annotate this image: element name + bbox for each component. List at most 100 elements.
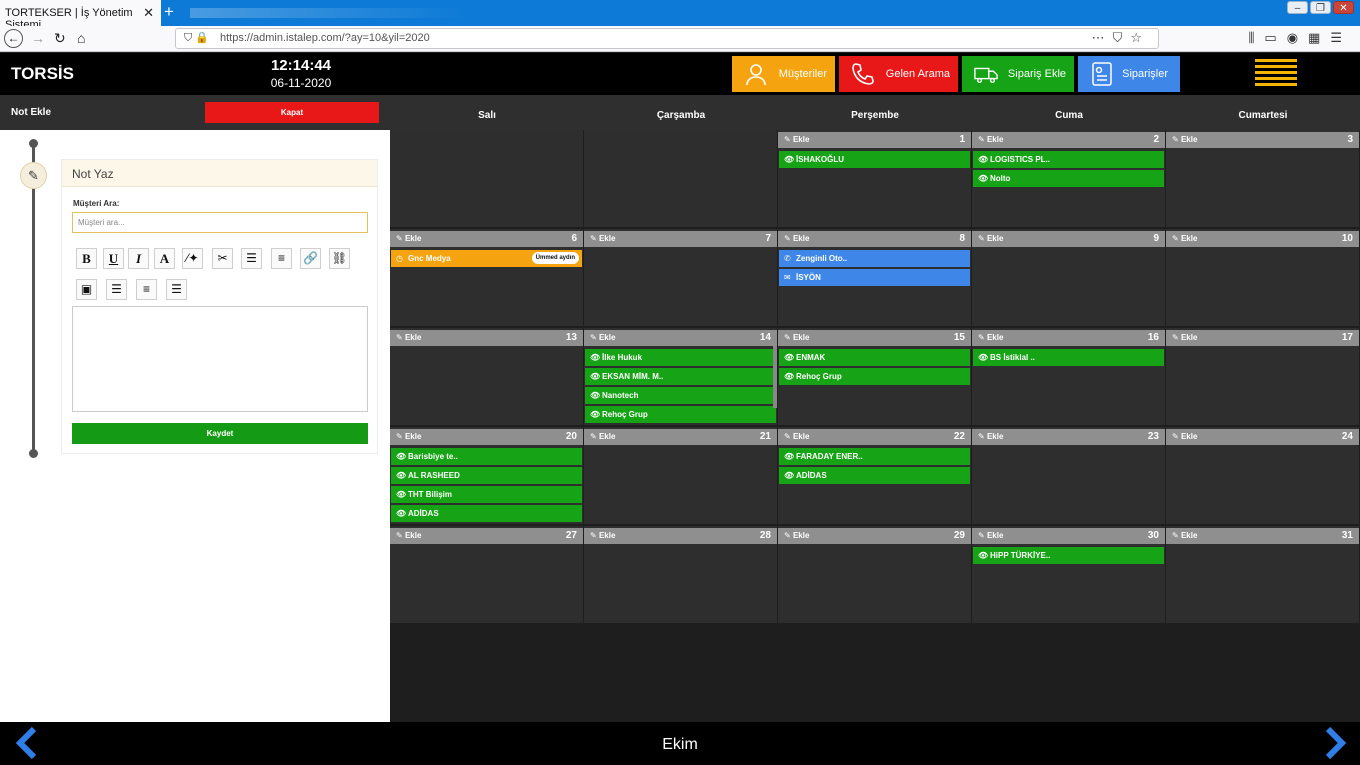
calendar-day-cell[interactable]: ✎ Ekle 13 bbox=[390, 328, 583, 425]
add-event-button[interactable]: ✎ Ekle bbox=[784, 531, 809, 540]
calendar-day-cell[interactable] bbox=[584, 130, 777, 227]
maximize-icon[interactable]: ❐ bbox=[1310, 1, 1331, 14]
calendar-day-cell[interactable]: ✎ Ekle 22 👁 FARADAY ENER.. 👁 ADİDAS bbox=[778, 427, 971, 524]
calendar-day-cell[interactable]: ✎ Ekle 9 bbox=[972, 229, 1165, 326]
unlink-icon[interactable]: ⛓ bbox=[329, 248, 350, 269]
calendar-day-cell[interactable]: ✎ Ekle 31 bbox=[1166, 526, 1359, 623]
calendar-day-cell[interactable]: ✎ Ekle 2 👁 LOGISTICS PL.. 👁 Nolto bbox=[972, 130, 1165, 227]
calendar-day-cell[interactable]: ✎ Ekle 15 👁 ENMAK 👁 Rehoç Grup bbox=[778, 328, 971, 425]
new-tab-icon[interactable]: + bbox=[164, 2, 174, 22]
minimize-icon[interactable]: ‒ bbox=[1287, 1, 1308, 14]
calendar-event[interactable]: 👁 FARADAY ENER.. bbox=[779, 448, 970, 465]
calendar-event[interactable]: 👁 BS İstiklal .. bbox=[973, 349, 1164, 366]
window-close-icon[interactable]: ✕ bbox=[1333, 1, 1354, 14]
hamburger-menu-icon[interactable] bbox=[1255, 59, 1297, 89]
address-bar[interactable]: ⛉ 🔒 https://admin.istalep.com/?ay=10&yil… bbox=[175, 28, 1159, 49]
add-event-button[interactable]: ✎ Ekle bbox=[1172, 432, 1197, 441]
calendar-event[interactable]: 👁 LOGISTICS PL.. bbox=[973, 151, 1164, 168]
calendar-event[interactable]: 👁 ENMAK bbox=[779, 349, 970, 366]
add-event-button[interactable]: ✎ Ekle bbox=[590, 531, 615, 540]
calendar-event[interactable]: 👁 İlke Hukuk bbox=[585, 349, 776, 366]
align-left-icon[interactable]: ☰ bbox=[106, 279, 127, 300]
calendar-event[interactable]: 👁 Rehoç Grup bbox=[779, 368, 970, 385]
forward-icon[interactable]: → bbox=[31, 29, 45, 47]
calendar-event[interactable]: 👁 Barisbiye te.. bbox=[391, 448, 582, 465]
add-event-button[interactable]: ✎ Ekle bbox=[590, 333, 615, 342]
browser-menu-icon[interactable]: ⫼▭◉▦☰ bbox=[1248, 30, 1352, 46]
add-event-button[interactable]: ✎ Ekle bbox=[784, 333, 809, 342]
calendar-day-cell[interactable]: ✎ Ekle 3 bbox=[1166, 130, 1359, 227]
add-order-button[interactable]: Sipariş Ekle bbox=[962, 56, 1074, 92]
add-event-button[interactable]: ✎ Ekle bbox=[396, 531, 421, 540]
calendar-event[interactable]: 👁 AL RASHEED bbox=[391, 467, 582, 484]
add-event-button[interactable]: ✎ Ekle bbox=[1172, 234, 1197, 243]
calendar-day-cell[interactable]: ✎ Ekle 8 ✆ Zenginli Oto.. ✉ İSYÖN bbox=[778, 229, 971, 326]
calendar-day-cell[interactable] bbox=[390, 130, 583, 227]
cell-scrollbar[interactable] bbox=[773, 346, 777, 408]
add-event-button[interactable]: ✎ Ekle bbox=[590, 234, 615, 243]
calendar-event[interactable]: 👁 THT Bilişim bbox=[391, 486, 582, 503]
format-brush-icon[interactable]: ⁄✦ bbox=[182, 248, 203, 269]
customer-search-input[interactable]: Müşteri ara... bbox=[72, 212, 368, 233]
align-right-icon[interactable]: ☰ bbox=[166, 279, 187, 300]
add-event-button[interactable]: ✎ Ekle bbox=[1172, 135, 1197, 144]
site-security-icon[interactable]: ⛉ 🔒 bbox=[184, 31, 209, 45]
home-icon[interactable]: ⌂ bbox=[77, 29, 85, 47]
note-editor[interactable] bbox=[72, 306, 368, 412]
calendar-day-cell[interactable]: ✎ Ekle 30 👁 HiPP TÜRKİYE.. bbox=[972, 526, 1165, 623]
font-color-button[interactable]: A bbox=[154, 248, 175, 269]
calendar-day-cell[interactable]: ✎ Ekle 21 bbox=[584, 427, 777, 524]
calendar-day-cell[interactable]: ✎ Ekle 20 👁 Barisbiye te.. 👁 AL RASHEED 👁 THT B… bbox=[390, 427, 583, 524]
add-event-button[interactable]: ✎ Ekle bbox=[978, 234, 1003, 243]
unordered-list-icon[interactable]: ≡ bbox=[271, 248, 292, 269]
add-event-button[interactable]: ✎ Ekle bbox=[978, 432, 1003, 441]
add-event-button[interactable]: ✎ Ekle bbox=[590, 432, 615, 441]
add-event-button[interactable]: ✎ Ekle bbox=[978, 531, 1003, 540]
calendar-event[interactable]: ✉ İSYÖN bbox=[779, 269, 970, 286]
back-icon[interactable]: ← bbox=[4, 29, 23, 48]
calendar-event[interactable]: 👁 Rehoç Grup bbox=[585, 406, 776, 423]
add-event-button[interactable]: ✎ Ekle bbox=[784, 234, 809, 243]
add-event-button[interactable]: ✎ Ekle bbox=[978, 135, 1003, 144]
link-icon[interactable]: 🔗 bbox=[300, 248, 321, 269]
page-actions-icon[interactable]: ⋯⛉☆ bbox=[1092, 30, 1150, 46]
add-event-button[interactable]: ✎ Ekle bbox=[784, 135, 809, 144]
calendar-day-cell[interactable]: ✎ Ekle 10 bbox=[1166, 229, 1359, 326]
add-event-button[interactable]: ✎ Ekle bbox=[396, 432, 421, 441]
calendar-event[interactable]: 👁 İSHAKOĞLU bbox=[779, 151, 970, 168]
align-center-icon[interactable]: ≡ bbox=[136, 279, 157, 300]
calendar-event[interactable]: 👁 Nolto bbox=[973, 170, 1164, 187]
orders-button[interactable]: Siparişler bbox=[1078, 56, 1180, 92]
calendar-event[interactable]: ◷ Gnc Medya Ümmed aydın bbox=[391, 250, 582, 267]
calendar-day-cell[interactable]: ✎ Ekle 1 👁 İSHAKOĞLU bbox=[778, 130, 971, 227]
calendar-event[interactable]: 👁 ADİDAS bbox=[391, 505, 582, 522]
close-panel-button[interactable]: Kapat bbox=[205, 102, 379, 123]
bold-button[interactable]: B bbox=[76, 248, 97, 269]
underline-button[interactable]: U bbox=[103, 248, 124, 269]
calendar-event[interactable]: 👁 HiPP TÜRKİYE.. bbox=[973, 547, 1164, 564]
customers-button[interactable]: Müşteriler bbox=[732, 56, 835, 92]
calendar-day-cell[interactable]: ✎ Ekle 29 bbox=[778, 526, 971, 623]
background-tab[interactable] bbox=[190, 8, 470, 18]
calendar-day-cell[interactable]: ✎ Ekle 23 bbox=[972, 427, 1165, 524]
incoming-call-button[interactable]: Gelen Arama bbox=[839, 56, 958, 92]
tab-close-icon[interactable]: ✕ bbox=[143, 5, 154, 21]
prev-month-arrow-icon[interactable] bbox=[12, 726, 42, 760]
calendar-day-cell[interactable]: ✎ Ekle 6 ◷ Gnc Medya Ümmed aydın bbox=[390, 229, 583, 326]
add-event-button[interactable]: ✎ Ekle bbox=[396, 333, 421, 342]
image-icon[interactable]: ▣ bbox=[76, 279, 97, 300]
add-event-button[interactable]: ✎ Ekle bbox=[1172, 531, 1197, 540]
add-event-button[interactable]: ✎ Ekle bbox=[978, 333, 1003, 342]
calendar-event[interactable]: 👁 Nanotech bbox=[585, 387, 776, 404]
calendar-day-cell[interactable]: ✎ Ekle 14 👁 İlke Hukuk 👁 EKSAN MİM. M.. 👁 Nanot… bbox=[584, 328, 777, 425]
calendar-day-cell[interactable]: ✎ Ekle 7 bbox=[584, 229, 777, 326]
next-month-arrow-icon[interactable] bbox=[1320, 726, 1350, 760]
ordered-list-icon[interactable]: ☰ bbox=[241, 248, 262, 269]
calendar-day-cell[interactable]: ✎ Ekle 27 bbox=[390, 526, 583, 623]
save-note-button[interactable]: Kaydet bbox=[72, 423, 368, 444]
calendar-day-cell[interactable]: ✎ Ekle 17 bbox=[1166, 328, 1359, 425]
add-event-button[interactable]: ✎ Ekle bbox=[1172, 333, 1197, 342]
calendar-day-cell[interactable]: ✎ Ekle 16 👁 BS İstiklal .. bbox=[972, 328, 1165, 425]
calendar-day-cell[interactable]: ✎ Ekle 28 bbox=[584, 526, 777, 623]
calendar-event[interactable]: 👁 ADİDAS bbox=[779, 467, 970, 484]
